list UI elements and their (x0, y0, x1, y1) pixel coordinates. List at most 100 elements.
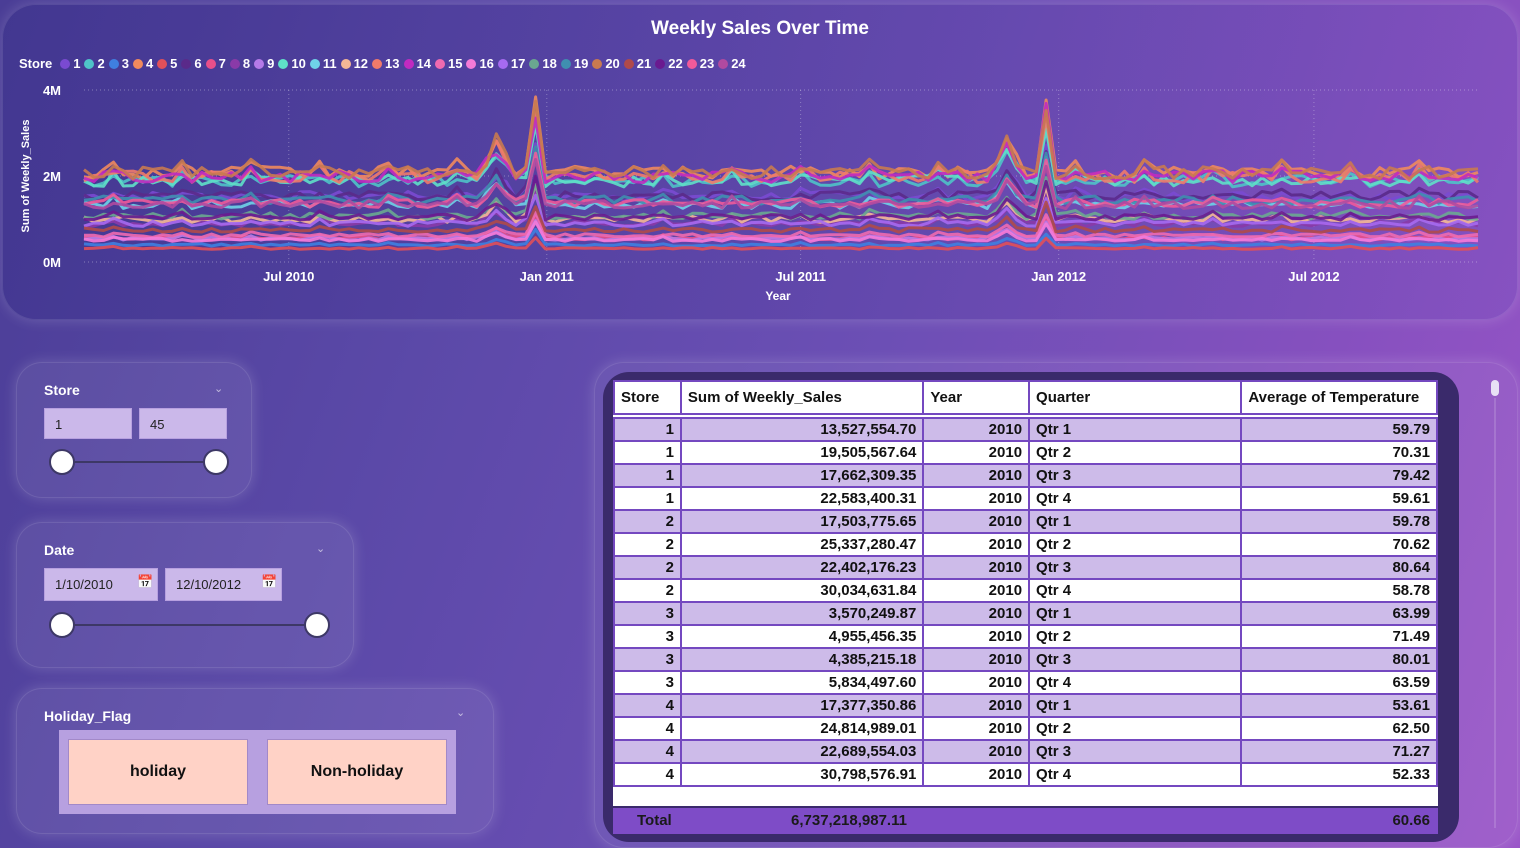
cell-year: 2010 (922, 739, 1031, 764)
cell-temperature: 70.62 (1240, 532, 1438, 557)
cell-year: 2010 (922, 647, 1031, 672)
cell-year: 2010 (922, 716, 1031, 741)
chevron-down-icon[interactable]: ⌄ (456, 706, 465, 719)
cell-quarter: Qtr 4 (1028, 670, 1243, 695)
cell-temperature: 59.61 (1240, 486, 1438, 511)
cell-year: 2010 (922, 463, 1031, 488)
table-row[interactable]: 1 22,583,400.31 2010 Qtr 4 59.61 (613, 486, 1438, 511)
cell-store: 3 (613, 647, 682, 672)
cell-quarter: Qtr 2 (1028, 440, 1243, 465)
cell-temperature: 80.64 (1240, 555, 1438, 580)
x-axis-label: Year (765, 289, 791, 303)
table-row[interactable]: 3 4,955,456.35 2010 Qtr 2 71.49 (613, 624, 1438, 649)
cell-sales: 4,385,215.18 (679, 647, 925, 672)
store-range-track (62, 461, 216, 463)
table-scrollbar-thumb[interactable] (1491, 380, 1499, 396)
cell-store: 1 (613, 440, 682, 465)
table-scrollbar-track[interactable] (1494, 398, 1496, 828)
cell-store: 1 (613, 463, 682, 488)
store-slicer-title: Store (44, 382, 80, 398)
cell-sales: 30,034,631.84 (679, 578, 925, 603)
holiday-button[interactable]: holiday (68, 739, 248, 805)
cell-store: 4 (613, 716, 682, 741)
cell-quarter: Qtr 4 (1028, 762, 1243, 787)
table-row[interactable]: 3 4,385,215.18 2010 Qtr 3 80.01 (613, 647, 1438, 672)
cell-store: 3 (613, 624, 682, 649)
table-row[interactable]: 4 22,689,554.03 2010 Qtr 3 71.27 (613, 739, 1438, 764)
total-label: Total (637, 812, 672, 829)
table-row[interactable]: 4 30,798,576.91 2010 Qtr 4 52.33 (613, 762, 1438, 787)
cell-store: 2 (613, 555, 682, 580)
y-tick-label: 2M (43, 169, 61, 184)
cell-temperature: 79.42 (1240, 463, 1438, 488)
table-row[interactable]: 3 3,570,249.87 2010 Qtr 1 63.99 (613, 601, 1438, 626)
table-row[interactable]: 1 13,527,554.70 2010 Qtr 1 59.79 (613, 417, 1438, 442)
cell-quarter: Qtr 4 (1028, 578, 1243, 603)
cell-sales: 5,834,497.60 (679, 670, 925, 695)
cell-sales: 13,527,554.70 (679, 417, 925, 442)
cell-store: 3 (613, 670, 682, 695)
calendar-icon[interactable]: 📅 (137, 575, 153, 590)
cell-store: 2 (613, 578, 682, 603)
cell-sales: 22,402,176.23 (679, 555, 925, 580)
table-row[interactable]: 3 5,834,497.60 2010 Qtr 4 63.59 (613, 670, 1438, 695)
cell-temperature: 71.27 (1240, 739, 1438, 764)
cell-quarter: Qtr 1 (1028, 693, 1243, 718)
cell-sales: 19,505,567.64 (679, 440, 925, 465)
column-header-sales[interactable]: Sum of Weekly_Sales (679, 380, 925, 415)
cell-year: 2010 (922, 486, 1031, 511)
cell-sales: 17,662,309.35 (679, 463, 925, 488)
cell-store: 2 (613, 532, 682, 557)
table-row[interactable]: 4 17,377,350.86 2010 Qtr 1 53.61 (613, 693, 1438, 718)
date-end-handle[interactable] (304, 612, 330, 638)
cell-store: 1 (613, 417, 682, 442)
cell-sales: 17,377,350.86 (679, 693, 925, 718)
cell-year: 2010 (922, 532, 1031, 557)
cell-temperature: 59.79 (1240, 417, 1438, 442)
cell-quarter: Qtr 2 (1028, 716, 1243, 741)
cell-temperature: 70.31 (1240, 440, 1438, 465)
cell-quarter: Qtr 1 (1028, 417, 1243, 442)
store-max-input[interactable]: 45 (139, 408, 227, 439)
column-header-quarter[interactable]: Quarter (1028, 380, 1243, 415)
store-min-handle[interactable] (49, 449, 75, 475)
non-holiday-button[interactable]: Non-holiday (267, 739, 447, 805)
holiday-slicer-title: Holiday_Flag (44, 708, 132, 724)
table-row[interactable]: 2 17,503,775.65 2010 Qtr 1 59.78 (613, 509, 1438, 534)
cell-year: 2010 (922, 509, 1031, 534)
store-min-input[interactable]: 1 (44, 408, 132, 439)
cell-temperature: 80.01 (1240, 647, 1438, 672)
cell-store: 4 (613, 739, 682, 764)
date-start-handle[interactable] (49, 612, 75, 638)
store-max-handle[interactable] (203, 449, 229, 475)
y-tick-label: 0M (43, 255, 61, 270)
cell-quarter: Qtr 3 (1028, 739, 1243, 764)
cell-quarter: Qtr 1 (1028, 601, 1243, 626)
cell-sales: 25,337,280.47 (679, 532, 925, 557)
column-header-store[interactable]: Store (613, 380, 682, 415)
calendar-icon[interactable]: 📅 (261, 575, 277, 590)
cell-temperature: 58.78 (1240, 578, 1438, 603)
cell-sales: 30,798,576.91 (679, 762, 925, 787)
cell-year: 2010 (922, 601, 1031, 626)
cell-temperature: 63.99 (1240, 601, 1438, 626)
cell-sales: 3,570,249.87 (679, 601, 925, 626)
cell-year: 2010 (922, 555, 1031, 580)
table-row[interactable]: 4 24,814,989.01 2010 Qtr 2 62.50 (613, 716, 1438, 741)
column-header-temperature[interactable]: Average of Temperature (1240, 380, 1438, 415)
cell-year: 2010 (922, 417, 1031, 442)
chevron-down-icon[interactable]: ⌄ (316, 542, 325, 555)
y-axis-label: Sum of Weekly_Sales (20, 120, 32, 233)
x-tick-label: Jul 2012 (1288, 269, 1339, 284)
cell-year: 2010 (922, 578, 1031, 603)
table-row[interactable]: 1 19,505,567.64 2010 Qtr 2 70.31 (613, 440, 1438, 465)
cell-quarter: Qtr 2 (1028, 532, 1243, 557)
column-header-year[interactable]: Year (922, 380, 1031, 415)
cell-sales: 24,814,989.01 (679, 716, 925, 741)
table-row[interactable]: 2 22,402,176.23 2010 Qtr 3 80.64 (613, 555, 1438, 580)
table-row[interactable]: 2 30,034,631.84 2010 Qtr 4 58.78 (613, 578, 1438, 603)
x-tick-label: Jul 2010 (263, 269, 314, 284)
chevron-down-icon[interactable]: ⌄ (214, 382, 223, 395)
table-row[interactable]: 2 25,337,280.47 2010 Qtr 2 70.62 (613, 532, 1438, 557)
table-row[interactable]: 1 17,662,309.35 2010 Qtr 3 79.42 (613, 463, 1438, 488)
